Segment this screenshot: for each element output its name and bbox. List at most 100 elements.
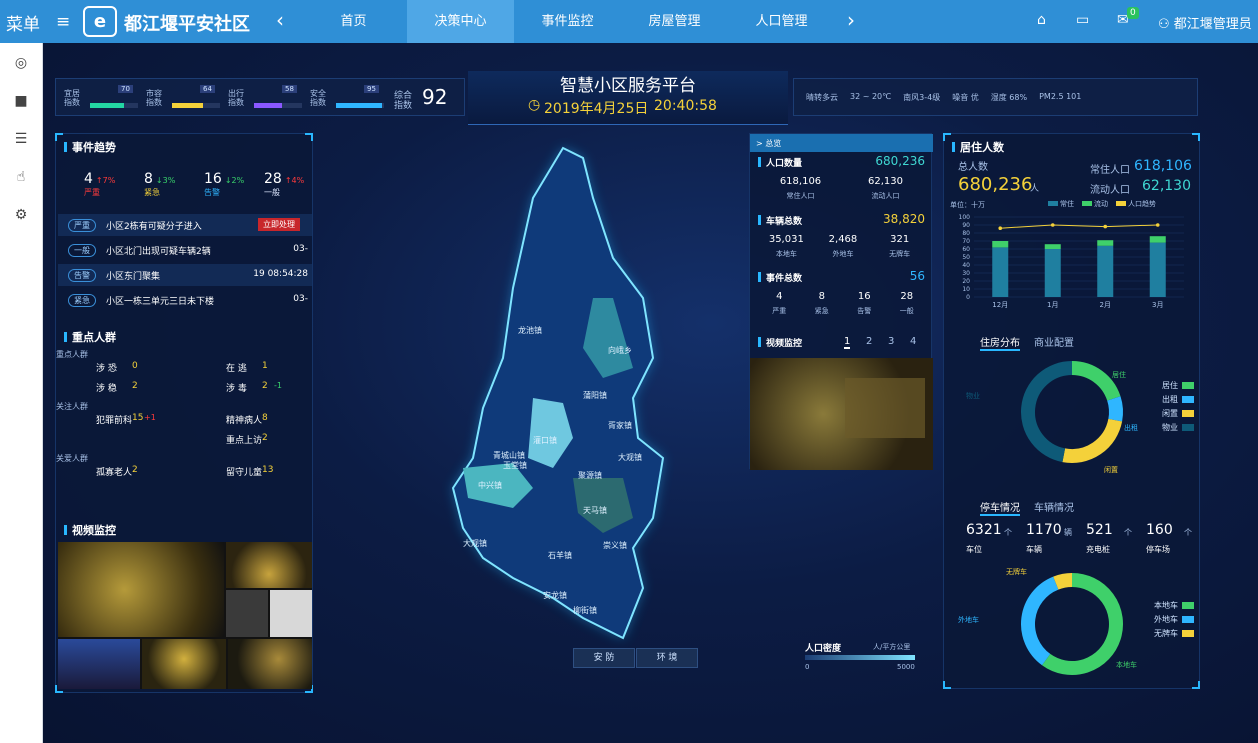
person-value: 13 (262, 465, 274, 475)
map-label: 大观镇 (463, 538, 487, 548)
trend-point (1155, 223, 1160, 227)
menu-label[interactable]: 菜单 (6, 10, 40, 35)
video-wall[interactable] (58, 542, 312, 689)
stat-item-label: 外地车 (832, 250, 854, 258)
event-row[interactable]: 告警 小区东门聚集 19 08:54:28 (58, 264, 312, 286)
event-row[interactable]: 一般 小区北门出现可疑车辆2辆 03- (58, 239, 312, 261)
map-label: 天马镇 (583, 505, 607, 515)
handle-button[interactable]: 立即处理 (258, 218, 300, 231)
index-fill (254, 103, 282, 108)
page-title: 智慧小区服务平台 (560, 76, 696, 96)
weather-item-5: PM2.5 101 (1039, 92, 1082, 101)
group-name: 关爱人群 (56, 454, 88, 463)
stat-label: 事件总数 (758, 271, 802, 284)
camera-icon[interactable]: ■ (11, 91, 31, 111)
weather-item-4: 湿度 68% (990, 93, 1028, 102)
tab-vehicles[interactable]: 车辆情况 (1034, 499, 1074, 514)
video-feed-main[interactable] (750, 358, 933, 470)
nav-tab-3[interactable]: 房屋管理 (621, 0, 728, 43)
parking-unit: 辆 (1064, 528, 1072, 537)
legend-label: 居住 (1162, 380, 1178, 390)
gear-icon[interactable]: ⚙ (11, 205, 31, 225)
person-label: 在 逃 (226, 364, 247, 374)
video-label: 视频监控 (758, 336, 802, 349)
total-value: 680,236 (958, 174, 1033, 195)
chevron-left-icon[interactable]: ‹ (276, 8, 284, 32)
index-0: 宜居 指数 70 (64, 83, 142, 113)
event-tag: 告警 (68, 269, 96, 282)
stat-count: 4 (84, 171, 93, 187)
map-label: 龙池镇 (518, 325, 542, 335)
map-label: 青城山镇 (493, 450, 525, 460)
resident-value: 618,106 (1134, 158, 1192, 174)
stat-change: 7% (102, 176, 116, 185)
district-map[interactable]: 龙池镇向峨乡蒲阳镇灌口镇青城山镇胥家镇大观镇玉堂镇中兴镇聚源镇天马镇崇义镇石羊镇… (383, 138, 743, 698)
video-feed-6[interactable] (142, 639, 226, 689)
user-menu[interactable]: ⚇ 都江堰管理员 (1158, 13, 1252, 32)
event-tag: 紧急 (68, 294, 96, 307)
event-tag: 严重 (68, 219, 96, 232)
event-row[interactable]: 严重 小区2栋有可疑分子进入 立即处理 (58, 214, 312, 236)
legend-swatch (1182, 396, 1194, 403)
person-label: 涉 毒 (226, 384, 247, 394)
video-page-2[interactable]: 2 (866, 336, 872, 347)
video-page-1[interactable]: 1 (844, 336, 851, 349)
parking-value: 160 (1146, 522, 1173, 538)
stat-count: 8 (144, 171, 153, 187)
person-label: 精神病人 (226, 416, 263, 426)
weather-item-2: 南风3-4级 (903, 93, 941, 102)
video-feed-4[interactable] (270, 590, 312, 637)
event-stat-0: 4 ↑7% 严重 (84, 168, 140, 198)
composite-value: 92 (422, 85, 448, 109)
index-label: 安全 指数 (310, 89, 326, 107)
stat-label: 车辆总数 (758, 214, 802, 227)
nav-tab-0[interactable]: 首页 (300, 0, 407, 43)
map-label: 柳街镇 (573, 605, 597, 615)
video-feed-7[interactable] (228, 639, 312, 689)
map-label: 石羊镇 (548, 550, 572, 560)
clock-icon: ◷ (528, 97, 541, 113)
legend-min: 0 (805, 663, 810, 671)
parking-value: 6321 (966, 522, 1002, 538)
monitor-icon[interactable]: ▭ (1076, 12, 1089, 28)
map-label: 聚源镇 (578, 470, 602, 480)
event-text: 小区东门聚集 (106, 272, 161, 282)
legend-swatch (1048, 201, 1058, 206)
x-tick: 2月 (1100, 301, 1111, 309)
nav-tab-2[interactable]: 事件监控 (514, 0, 621, 43)
bar-floating (1097, 240, 1114, 246)
globe-icon[interactable]: ◎ (11, 53, 31, 73)
video-feed-2[interactable] (226, 542, 312, 588)
chevron-right-icon[interactable]: › (847, 8, 855, 32)
residents-title: 居住人数 (952, 139, 1004, 155)
stat-count: 16 (204, 171, 222, 187)
slice-label: 物业 (966, 391, 980, 400)
total-label: 总人数 (958, 162, 988, 173)
home-icon[interactable]: ⌂ (1037, 12, 1046, 28)
tab-commerce[interactable]: 商业配置 (1034, 334, 1074, 349)
video-feed-3[interactable] (226, 590, 268, 637)
bar-resident (1044, 249, 1061, 297)
index-fill (336, 103, 382, 108)
video-feed-1[interactable] (58, 542, 224, 637)
nav-tab-1[interactable]: 决策中心 (407, 0, 514, 43)
event-row[interactable]: 紧急 小区一栋三单元三日未下楼 03- (58, 289, 312, 311)
time-text: 20:40:58 (654, 98, 717, 114)
residents-panel: 居住人数 总人数 680,236 人 常住人口 618,106 流动人口 62,… (943, 133, 1200, 689)
nav-tab-4[interactable]: 人口管理 (728, 0, 835, 43)
person-value: 8 (262, 413, 268, 423)
video-page-3[interactable]: 3 (888, 336, 894, 347)
list-icon[interactable]: ☰ (11, 129, 31, 149)
person-value: 0 (132, 361, 138, 371)
group-name: 关注人群 (56, 402, 88, 411)
weather-bar: 晴转多云 32 ~ 20℃ 南风3-4级 噪音 优 湿度 68% PM2.5 101 (793, 78, 1198, 116)
hamburger-icon[interactable]: ≡ (56, 12, 70, 32)
environment-button[interactable]: 环 境 (636, 648, 698, 668)
tab-housing[interactable]: 住房分布 (980, 334, 1020, 351)
resident-label: 常住人口 (1090, 165, 1130, 176)
video-page-4[interactable]: 4 (910, 336, 916, 347)
tab-parking[interactable]: 停车情况 (980, 499, 1020, 516)
security-button[interactable]: 安 防 (573, 648, 635, 668)
video-feed-5[interactable] (58, 639, 140, 689)
thumb-icon[interactable]: ☝ (11, 167, 31, 187)
